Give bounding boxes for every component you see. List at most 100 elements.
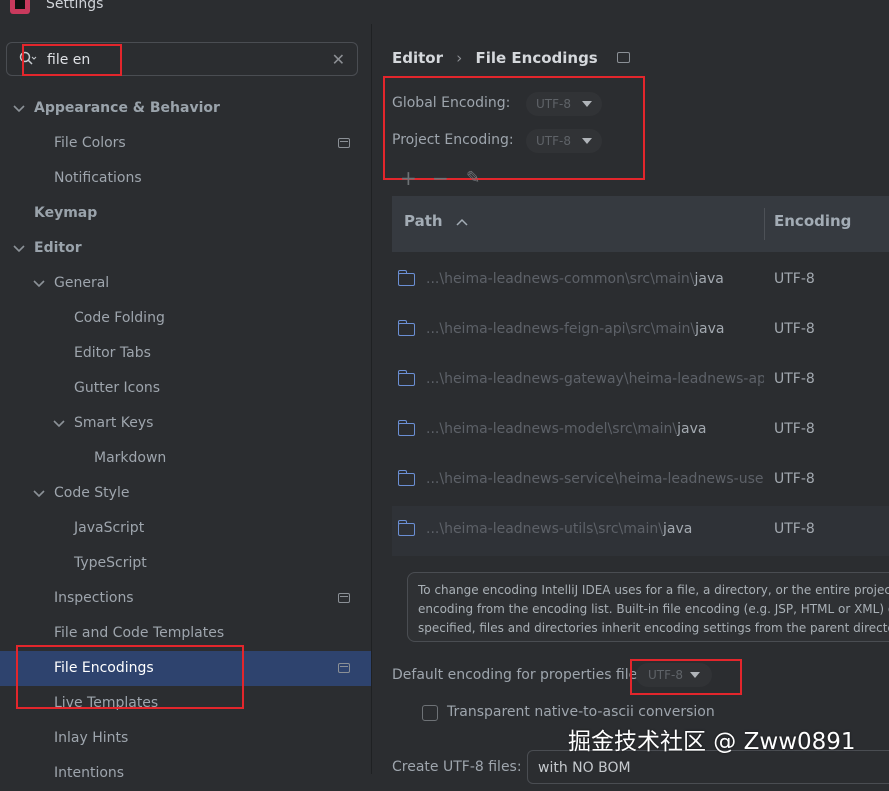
settings-sidebar: ✕ Appearance & Behavior File Colors Notifi… <box>0 24 371 781</box>
chevron-down-icon[interactable] <box>52 417 66 431</box>
remove-icon[interactable]: − <box>432 166 449 190</box>
sidebar-item[interactable]: Gutter Icons <box>0 371 371 406</box>
sidebar-item[interactable]: Keymap <box>0 196 371 231</box>
sidebar-item-label: JavaScript <box>74 520 145 536</box>
encoding-cell[interactable]: UTF-8 <box>774 271 815 287</box>
native-to-ascii-label[interactable]: Transparent native-to-ascii conversion <box>447 704 715 720</box>
encoding-column-header[interactable]: Encoding <box>774 212 851 230</box>
sidebar-item[interactable]: Inlay Hints <box>0 721 371 756</box>
folder-icon <box>398 320 415 336</box>
sidebar-item[interactable]: Markdown <box>0 441 371 476</box>
sidebar-item[interactable]: Smart Keys <box>0 406 371 441</box>
sidebar-item-label: Editor Tabs <box>74 345 151 361</box>
sidebar-item-label: Keymap <box>34 205 98 221</box>
project-scope-icon <box>616 52 630 63</box>
sidebar-item[interactable]: JavaScript <box>0 511 371 546</box>
path-cell: ...\heima-leadnews-common\src\main\java <box>426 271 764 287</box>
table-row[interactable]: ...\heima-leadnews-gateway\heima-leadnew… <box>392 356 889 406</box>
sidebar-item[interactable]: File Colors <box>0 126 371 161</box>
breadcrumb-current: File Encodings <box>475 49 598 67</box>
path-cell: ...\heima-leadnews-service\heima-leadnew… <box>426 471 764 487</box>
sidebar-item-label: Editor <box>34 240 82 256</box>
encoding-cell[interactable]: UTF-8 <box>774 371 815 387</box>
folder-icon <box>398 470 415 486</box>
path-prefix: ...\heima-leadnews-gateway\heima-leadnew… <box>426 371 764 387</box>
sidebar-item[interactable]: Code Folding <box>0 301 371 336</box>
path-column-header[interactable]: Path <box>404 212 468 230</box>
create-utf8-label: Create UTF-8 files: <box>392 759 522 775</box>
path-prefix: ...\heima-leadnews-common\src\main\ <box>426 271 695 287</box>
folder-icon <box>398 420 415 436</box>
clear-search-icon[interactable]: ✕ <box>332 50 345 69</box>
encoding-cell[interactable]: UTF-8 <box>774 321 815 337</box>
sidebar-item[interactable]: TypeScript <box>0 546 371 581</box>
edit-icon[interactable]: ✎ <box>466 168 480 188</box>
table-row[interactable]: ...\heima-leadnews-utils\src\main\java UT… <box>392 506 889 556</box>
path-tail: java <box>677 421 707 437</box>
properties-encoding-label: Default encoding for properties files: <box>392 667 650 683</box>
chevron-down-icon[interactable] <box>12 102 26 116</box>
sidebar-item[interactable]: Notifications <box>0 161 371 196</box>
path-prefix: ...\heima-leadnews-utils\src\main\ <box>426 521 663 537</box>
sidebar-item[interactable]: Editor <box>0 231 371 266</box>
chevron-down-icon[interactable] <box>32 277 46 291</box>
sort-ascending-icon <box>456 218 468 226</box>
path-cell: ...\heima-leadnews-utils\src\main\java <box>426 521 764 537</box>
table-row[interactable]: ...\heima-leadnews-common\src\main\java U… <box>392 256 889 306</box>
path-tail: java <box>695 321 725 337</box>
path-tail: java <box>694 271 724 287</box>
help-line: encoding from the encoding list. Built-i… <box>418 602 889 616</box>
breadcrumb-parent[interactable]: Editor <box>392 49 443 67</box>
table-row[interactable]: ...\heima-leadnews-feign-api\src\main\ja… <box>392 306 889 356</box>
sidebar-item-label: File Colors <box>54 135 126 151</box>
sidebar-item-label: Inspections <box>54 590 134 606</box>
breadcrumb-separator: › <box>456 49 463 67</box>
annotation-highlight-properties <box>630 659 742 695</box>
sidebar-item-label: Smart Keys <box>74 415 154 431</box>
help-line: specified, files and directories inherit… <box>418 621 889 635</box>
table-row[interactable]: ...\heima-leadnews-service\heima-leadnew… <box>392 456 889 506</box>
sidebar-item[interactable]: Editor Tabs <box>0 336 371 371</box>
annotation-highlight-encodings <box>383 76 645 180</box>
sidebar-item[interactable]: Code Style <box>0 476 371 511</box>
add-icon[interactable]: + <box>400 166 417 190</box>
project-scope-icon <box>338 138 350 148</box>
chevron-down-icon[interactable] <box>32 487 46 501</box>
encoding-cell[interactable]: UTF-8 <box>774 421 815 437</box>
sidebar-item[interactable]: Appearance & Behavior <box>0 91 371 126</box>
annotation-highlight-file-encodings <box>16 645 244 709</box>
encoding-cell[interactable]: UTF-8 <box>774 471 815 487</box>
folder-icon <box>398 370 415 386</box>
path-prefix: ...\heima-leadnews-service\heima-leadnew… <box>426 471 764 487</box>
encoding-cell[interactable]: UTF-8 <box>774 521 815 537</box>
sidebar-item-label: TypeScript <box>74 555 147 571</box>
folder-icon <box>398 520 415 536</box>
project-scope-icon <box>338 593 350 603</box>
column-separator[interactable] <box>764 208 765 240</box>
project-scope-icon <box>338 663 350 673</box>
native-to-ascii-checkbox[interactable] <box>422 705 438 721</box>
path-tail: java <box>662 521 693 537</box>
sidebar-item[interactable]: General <box>0 266 371 301</box>
watermark: 掘金技术社区 @ Zww0891 <box>568 729 856 755</box>
path-cell: ...\heima-leadnews-model\src\main\java <box>426 421 764 437</box>
sidebar-item-label: Notifications <box>54 170 142 186</box>
window-title: Settings <box>46 0 104 12</box>
path-cell: ...\heima-leadnews-gateway\heima-leadnew… <box>426 371 764 387</box>
path-prefix: ...\heima-leadnews-feign-api\src\main\ <box>426 321 696 337</box>
annotation-highlight-search <box>22 44 122 76</box>
app-logo-icon <box>10 0 30 14</box>
encoding-help-text: To change encoding IntelliJ IDEA uses fo… <box>407 572 889 642</box>
chevron-down-icon[interactable] <box>12 242 26 256</box>
file-encodings-panel: Editor › File Encodings Global Encoding:… <box>372 24 889 784</box>
sidebar-item-label: Code Style <box>54 485 130 501</box>
sidebar-item-label: Gutter Icons <box>74 380 161 396</box>
sidebar-item[interactable]: Inspections <box>0 581 371 616</box>
path-encoding-table: Path Encoding ...\heima-leadnews-common\… <box>392 196 889 556</box>
sidebar-item-label: Inlay Hints <box>54 730 129 746</box>
table-header: Path Encoding <box>392 196 889 252</box>
path-header-label: Path <box>404 212 443 230</box>
sidebar-item-label: Appearance & Behavior <box>34 100 220 116</box>
table-row[interactable]: ...\heima-leadnews-model\src\main\java UT… <box>392 406 889 456</box>
breadcrumb: Editor › File Encodings <box>392 49 630 67</box>
